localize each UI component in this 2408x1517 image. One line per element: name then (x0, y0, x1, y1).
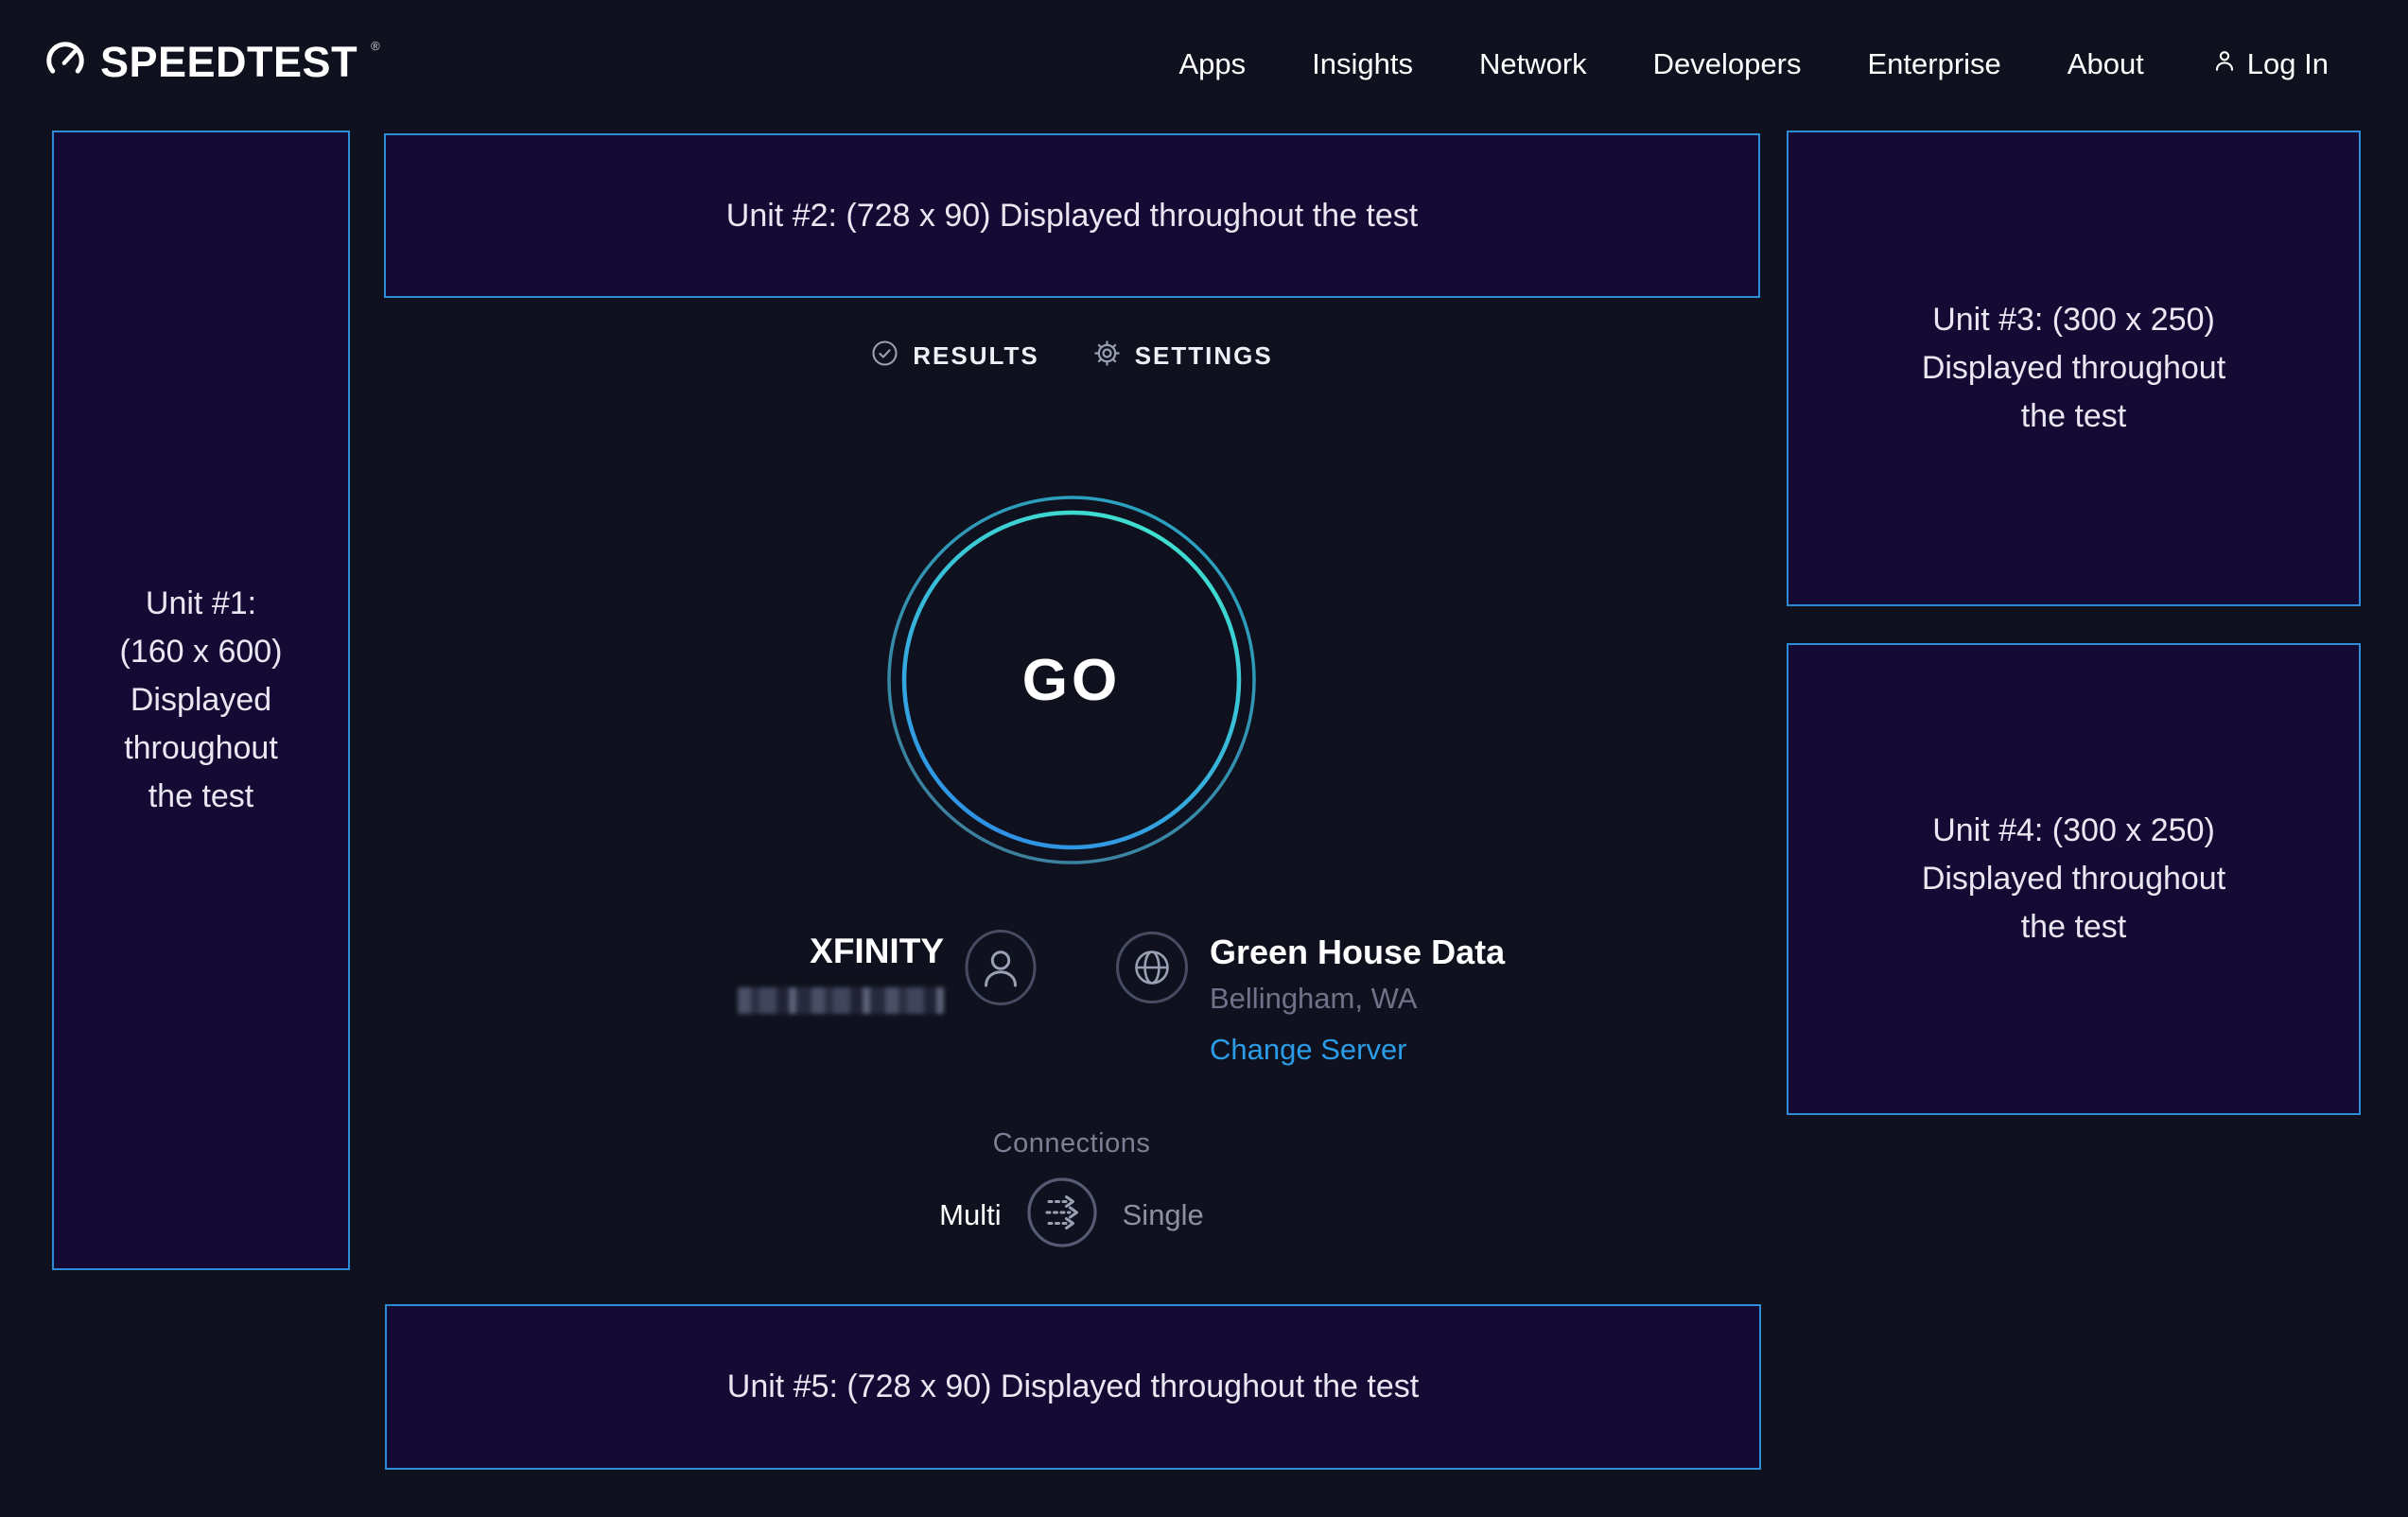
isp-name: XFINITY (738, 931, 944, 972)
nav-item-insights[interactable]: Insights (1312, 47, 1413, 81)
logo-wordmark: SPEEDTEST (100, 38, 358, 87)
tab-results[interactable]: RESULTS (870, 339, 1038, 373)
ad-unit-2-text: Unit #2: (728 x 90) Displayed throughout… (726, 192, 1418, 240)
nav-item-enterprise[interactable]: Enterprise (1867, 47, 2000, 81)
ad-unit-3-text: Unit #3: (300 x 250) Displayed throughou… (1908, 296, 2240, 441)
ad-unit-4[interactable]: Unit #4: (300 x 250) Displayed throughou… (1787, 643, 2361, 1115)
connections-heading: Connections (882, 1128, 1261, 1160)
nav-item-apps[interactable]: Apps (1178, 47, 1246, 81)
change-server-link[interactable]: Change Server (1210, 1024, 1505, 1075)
speedtest-page: SPEEDTEST ® Apps Insights Network Develo… (0, 0, 2408, 1517)
connections-section: Connections Multi Single (882, 1128, 1261, 1253)
server-name: Green House Data (1210, 932, 1505, 973)
login-label: Log In (2247, 47, 2329, 81)
ad-unit-4-text: Unit #4: (300 x 250) Displayed throughou… (1908, 807, 2240, 951)
ad-unit-5-text: Unit #5: (728 x 90) Displayed throughout… (727, 1363, 1419, 1411)
speedometer-gauge-icon (44, 38, 87, 82)
top-nav: Apps Insights Network Developers Enterpr… (1178, 0, 2329, 129)
go-button[interactable]: GO (886, 495, 1257, 865)
person-icon (2210, 46, 2239, 82)
isp-person-icon (963, 930, 1038, 1010)
server-info: Green House Data Bellingham, WA Change S… (1210, 932, 1505, 1075)
isp-masked-value (738, 987, 944, 1014)
speedtest-logo[interactable]: SPEEDTEST ® (44, 38, 380, 87)
go-button-label: GO (886, 495, 1257, 865)
results-settings-tabs: RESULTS SETTINGS (788, 339, 1355, 373)
logo-trademark: ® (371, 40, 380, 52)
ad-unit-1-text: Unit #1: (160 x 600) Displayed throughou… (113, 580, 288, 821)
tab-settings-label: SETTINGS (1135, 341, 1273, 371)
ad-unit-2[interactable]: Unit #2: (728 x 90) Displayed throughout… (384, 133, 1760, 298)
server-location: Bellingham, WA (1210, 973, 1505, 1024)
check-circle-icon (870, 339, 899, 373)
gear-icon (1092, 339, 1122, 373)
connections-toggle-row: Multi Single (882, 1177, 1261, 1253)
connections-single-label[interactable]: Single (1123, 1198, 1204, 1232)
nav-item-network[interactable]: Network (1479, 47, 1587, 81)
nav-item-developers[interactable]: Developers (1653, 47, 1802, 81)
login-button[interactable]: Log In (2210, 46, 2329, 82)
tab-results-label: RESULTS (913, 341, 1038, 371)
nav-item-about[interactable]: About (2068, 47, 2144, 81)
tab-settings[interactable]: SETTINGS (1092, 339, 1273, 373)
ad-unit-1[interactable]: Unit #1: (160 x 600) Displayed throughou… (52, 131, 350, 1270)
connections-multi-label[interactable]: Multi (939, 1198, 1001, 1232)
server-globe-icon (1115, 931, 1189, 1009)
isp-info: XFINITY (738, 931, 944, 1014)
connections-toggle-icon[interactable] (1026, 1177, 1098, 1253)
ad-unit-5[interactable]: Unit #5: (728 x 90) Displayed throughout… (385, 1304, 1761, 1470)
ad-unit-3[interactable]: Unit #3: (300 x 250) Displayed throughou… (1787, 131, 2361, 606)
